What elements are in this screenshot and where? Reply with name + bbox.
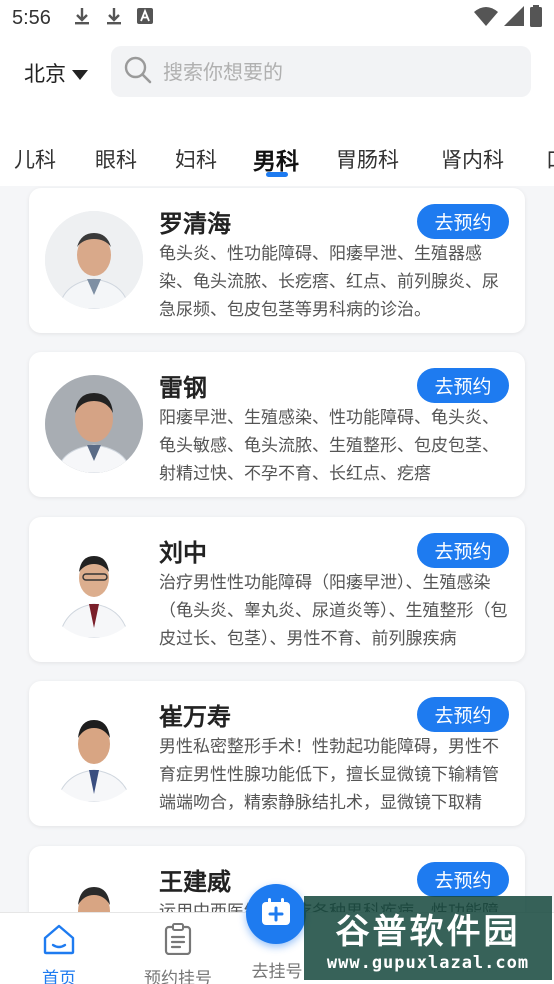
tab-nephrology[interactable]: 肾内科 <box>441 144 504 174</box>
doctor-list: 罗清海 去预约 龟头炎、性功能障碍、阳痿早泄、生殖器感染、龟头流脓、长疙瘩、红点… <box>0 186 554 912</box>
app-notification-icon <box>136 8 153 28</box>
tab-gynecology[interactable]: 妇科 <box>175 144 217 174</box>
book-button[interactable]: 去预约 <box>417 697 509 732</box>
calendar-plus-icon <box>260 897 292 931</box>
nav-home-label: 首页 <box>42 969 76 984</box>
book-button[interactable]: 去预约 <box>417 204 509 239</box>
watermark-title: 谷普软件园 <box>335 911 521 952</box>
watermark-url: www.gupuxlazal.com <box>326 952 530 973</box>
doctor-avatar <box>45 540 143 638</box>
header: 北京 儿科 眼科 妇科 男科 胃肠科 肾内科 口 <box>0 36 554 186</box>
doctor-name: 刘中 <box>159 539 207 567</box>
nav-appointments[interactable]: 预约挂号 <box>133 923 223 984</box>
doctor-name: 雷钢 <box>159 374 207 402</box>
doctor-avatar <box>45 375 143 473</box>
search-bar[interactable] <box>111 46 531 97</box>
city-label: 北京 <box>24 62 66 86</box>
department-tabs: 儿科 眼科 妇科 男科 胃肠科 肾内科 口 <box>0 134 554 184</box>
doctor-card[interactable]: 罗清海 去预约 龟头炎、性功能障碍、阳痿早泄、生殖器感染、龟头流脓、长疙瘩、红点… <box>29 188 525 333</box>
tab-andrology[interactable]: 男科 <box>253 142 299 176</box>
doctor-name: 崔万寿 <box>159 703 231 731</box>
doctor-avatar <box>45 869 143 912</box>
battery-icon <box>530 5 542 31</box>
city-selector[interactable]: 北京 <box>24 58 88 88</box>
doctor-name: 王建威 <box>159 868 231 896</box>
nav-register-label: 去挂号 <box>251 962 303 982</box>
doctor-description: 龟头炎、性功能障碍、阳痿早泄、生殖器感染、龟头流脓、长疙瘩、红点、前列腺炎、尿急… <box>159 244 499 320</box>
doctor-card[interactable]: 雷钢 去预约 阳痿早泄、生殖感染、性功能障碍、龟头炎、龟头敏感、龟头流脓、生殖整… <box>29 352 525 497</box>
doctor-description: 治疗男性性功能障碍（阳痿早泄）、生殖感染（龟头炎、睾丸炎、尿道炎等）、生殖整形（… <box>159 573 508 649</box>
active-tab-indicator <box>266 172 288 177</box>
doctor-avatar <box>45 211 143 309</box>
doctor-name: 罗清海 <box>159 210 231 238</box>
doctor-card[interactable]: 崔万寿 去预约 男性私密整形手术！性勃起功能障碍，男性不育症男性性腺功能低下，擅… <box>29 681 525 826</box>
download-icon <box>105 6 123 30</box>
doctor-card[interactable]: 刘中 去预约 治疗男性性功能障碍（阳痿早泄）、生殖感染（龟头炎、睾丸炎、尿道炎等… <box>29 517 525 662</box>
search-icon <box>123 55 153 89</box>
doctor-avatar <box>45 704 143 802</box>
home-icon <box>42 923 76 960</box>
tab-ophthalmology[interactable]: 眼科 <box>95 144 137 174</box>
signal-icon <box>504 6 524 30</box>
download-icon <box>73 6 91 30</box>
search-input[interactable] <box>163 59 523 84</box>
watermark: 谷普软件园 www.gupuxlazal.com <box>304 896 552 980</box>
book-button[interactable]: 去预约 <box>417 533 509 568</box>
nav-appointments-label: 预约挂号 <box>144 969 212 984</box>
book-button[interactable]: 去预约 <box>417 862 509 897</box>
tab-gastroenterology[interactable]: 胃肠科 <box>336 144 399 174</box>
register-fab-button[interactable] <box>246 884 306 944</box>
doctor-description: 阳痿早泄、生殖感染、性功能障碍、龟头炎、龟头敏感、龟头流脓、生殖整形、包皮包茎、… <box>159 408 499 484</box>
book-button[interactable]: 去预约 <box>417 368 509 403</box>
status-time: 5:56 <box>12 6 51 29</box>
doctor-description: 男性私密整形手术！性勃起功能障碍，男性不育症男性性腺功能低下，擅长显微镜下输精管… <box>159 737 499 813</box>
clipboard-icon <box>163 923 193 960</box>
caret-down-icon <box>72 61 88 85</box>
nav-home[interactable]: 首页 <box>14 923 104 984</box>
status-bar: 5:56 <box>0 0 554 36</box>
tab-pediatrics[interactable]: 儿科 <box>14 144 56 174</box>
tab-stomatology[interactable]: 口 <box>546 144 554 174</box>
wifi-icon <box>474 6 498 30</box>
